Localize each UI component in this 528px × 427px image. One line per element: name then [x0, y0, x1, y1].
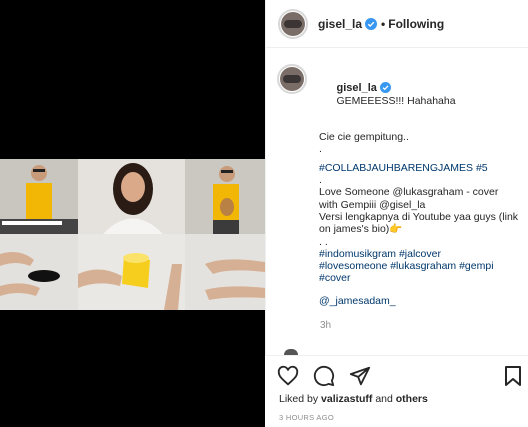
media-tile-hand-cup [0, 234, 78, 310]
caption-line: Versi lengkapnya di Youtube yaa guys (li… [319, 210, 519, 236]
comment-icon[interactable] [313, 365, 335, 387]
post-media[interactable] [0, 0, 265, 427]
send-icon[interactable] [349, 365, 371, 387]
media-tile-keyboard-player [0, 159, 78, 234]
caption-line: Love Someone @lukasgraham - cover with G… [319, 186, 502, 211]
verified-badge-icon [379, 82, 391, 94]
heart-icon[interactable] [277, 365, 299, 387]
post-timestamp[interactable]: 3 HOURS AGO [279, 413, 334, 422]
mention-link[interactable]: @_jamesadam_ [319, 295, 519, 307]
caption-text: gisel_la GEMEEESS!!! Hahahaha Cie cie ge… [319, 70, 519, 307]
caption-first-text: GEMEEESS!!! Hahahaha [336, 94, 456, 107]
hashtag-link[interactable]: #lovesomeone #lukasgraham #gempi [319, 260, 519, 272]
header-separator: • [381, 16, 386, 31]
liked-by-prefix: Liked by [279, 393, 319, 405]
media-tile-ukulele-player [185, 159, 265, 234]
action-icons [277, 365, 371, 387]
caption-avatar[interactable] [277, 64, 307, 94]
caption-line: . [319, 174, 322, 187]
avatar[interactable] [278, 8, 308, 39]
caption-username[interactable]: gisel_la [337, 82, 377, 94]
hashtag-link[interactable]: #COLLABJAUHBARENGJAMES #5 [319, 162, 519, 174]
caption-line: . [319, 143, 322, 156]
liked-by-text: Liked by valizastuff and others [279, 393, 428, 405]
hashtag-link[interactable]: #cover [319, 272, 519, 284]
hashtag-link[interactable]: #indomusikgram #jalcover [319, 248, 519, 260]
media-tile-yellow-cup [78, 234, 185, 310]
action-bar: Liked by valizastuff and others 3 HOURS … [265, 355, 528, 427]
liked-by-user-link[interactable]: valizastuff [321, 393, 372, 405]
liked-by-others-link[interactable]: others [396, 393, 428, 405]
caption-time[interactable]: 3h [320, 320, 331, 331]
header-username[interactable]: gisel_la [318, 17, 362, 31]
following-button[interactable]: Following [388, 17, 444, 31]
caption-line: . . [319, 235, 328, 248]
bookmark-icon[interactable] [503, 365, 523, 387]
verified-badge-icon [365, 17, 378, 30]
media-tile-hands [185, 234, 265, 310]
caption-line: Cie cie gempitung.. [319, 131, 409, 144]
media-tile-girl [78, 159, 185, 234]
post-header: gisel_la • Following [266, 0, 528, 48]
liked-by-and: and [375, 393, 393, 405]
video-collage[interactable] [0, 159, 265, 310]
